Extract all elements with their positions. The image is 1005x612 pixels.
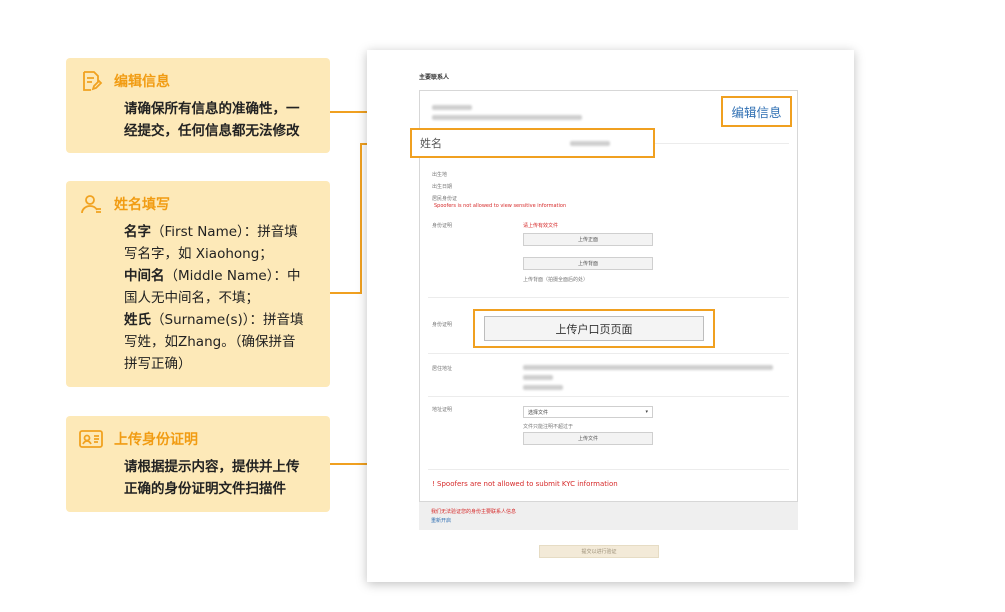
term-text: （Middle Name）：中: [164, 268, 301, 284]
id-card-icon: [78, 426, 104, 452]
field-label: 出生地: [432, 172, 448, 178]
divider: [428, 469, 789, 470]
document-type-select[interactable]: 选择文件 ▾: [523, 406, 653, 418]
callout-text: 经提交，任何信息都无法修改: [124, 123, 300, 139]
upload-household-highlight: 上传户口页页面: [473, 309, 715, 348]
divider: [428, 297, 789, 298]
term-label: 姓氏: [124, 312, 151, 328]
submit-for-verification-button[interactable]: 提交以进行验证: [539, 545, 659, 558]
bottom-notice: 我们无法验证您的身份主要联系人信息 重新开启: [419, 502, 798, 530]
callout-text: 请根据提示内容，提供并上传: [124, 459, 300, 475]
blurred-text: [523, 385, 563, 390]
blurred-text: [432, 105, 472, 110]
blurred-text: [523, 375, 553, 380]
blurred-name: [570, 140, 610, 146]
name-label: 姓名: [420, 137, 442, 150]
reopen-link[interactable]: 重新开启: [431, 517, 451, 524]
field-label: 居民身份证: [432, 196, 458, 202]
field-label: 身份证明: [432, 322, 453, 328]
callout-text: 正确的身份证明文件扫描件: [124, 481, 286, 497]
field-label: 出生日期: [432, 184, 453, 190]
connector-line: [330, 292, 362, 294]
callout-upload-id: 上传身份证明 请根据提示内容，提供并上传 正确的身份证明文件扫描件: [66, 416, 330, 512]
term-text: 国人无中间名，不填；: [124, 290, 259, 306]
upload-household-button[interactable]: 上传户口页页面: [484, 316, 704, 341]
edit-info-button[interactable]: 编辑信息: [721, 96, 792, 127]
callout-title: 姓名填写: [114, 197, 170, 213]
upload-file-button[interactable]: 上传文件: [523, 432, 653, 445]
divider: [428, 396, 789, 397]
select-hint: 文件只能注明不超过于: [523, 424, 574, 430]
divider: [428, 353, 789, 354]
upload-tip: 请上传有效文件: [523, 223, 559, 229]
callout-title: 编辑信息: [114, 74, 170, 90]
callout-text: 请确保所有信息的准确性，一: [124, 101, 300, 117]
term-text: 拼写正确）: [124, 356, 192, 372]
term-text: （Surname(s)）：拼音填: [151, 312, 304, 328]
person-icon: [78, 191, 104, 217]
term-text: 写姓，如Zhang。（确保拼音: [124, 334, 296, 350]
name-field-highlight: 姓名: [410, 128, 655, 158]
field-label: 身份证明: [432, 223, 453, 229]
blurred-text: [432, 115, 582, 120]
edit-document-icon: [78, 68, 104, 94]
upload-front-button[interactable]: 上传正面: [523, 233, 653, 246]
select-value: 选择文件: [528, 409, 549, 416]
kyc-warning-text: Spoofers are not allowed to submit KYC i…: [437, 480, 618, 488]
term-label: 名字: [124, 224, 151, 240]
term-label: 中间名: [124, 268, 165, 284]
field-label: 地址证明: [432, 407, 453, 413]
callout-name-fill: 姓名填写 名字（First Name）：拼音填 写名字，如 Xiaohong； …: [66, 181, 330, 387]
term-text: 写名字，如 Xiaohong；: [124, 246, 273, 262]
blurred-text: [523, 365, 773, 370]
spoofer-warning-small: Spoofers is not allowed to view sensitiv…: [434, 203, 567, 209]
section-title: 主要联系人: [419, 74, 450, 81]
callout-title: 上传身份证明: [114, 432, 198, 448]
field-label: 居住地址: [432, 366, 453, 372]
upload-back-button[interactable]: 上传背面: [523, 257, 653, 270]
upload-hint: 上传背面（拍摄全面后的处）: [523, 277, 589, 283]
kyc-warning: ! Spoofers are not allowed to submit KYC…: [432, 480, 618, 488]
callout-edit-info: 编辑信息 请确保所有信息的准确性，一 经提交，任何信息都无法修改: [66, 58, 330, 153]
term-text: （First Name）：拼音填: [151, 224, 298, 240]
bottom-warning: 我们无法验证您的身份主要联系人信息: [431, 509, 517, 515]
connector-line: [360, 143, 362, 294]
chevron-down-icon: ▾: [645, 409, 648, 415]
